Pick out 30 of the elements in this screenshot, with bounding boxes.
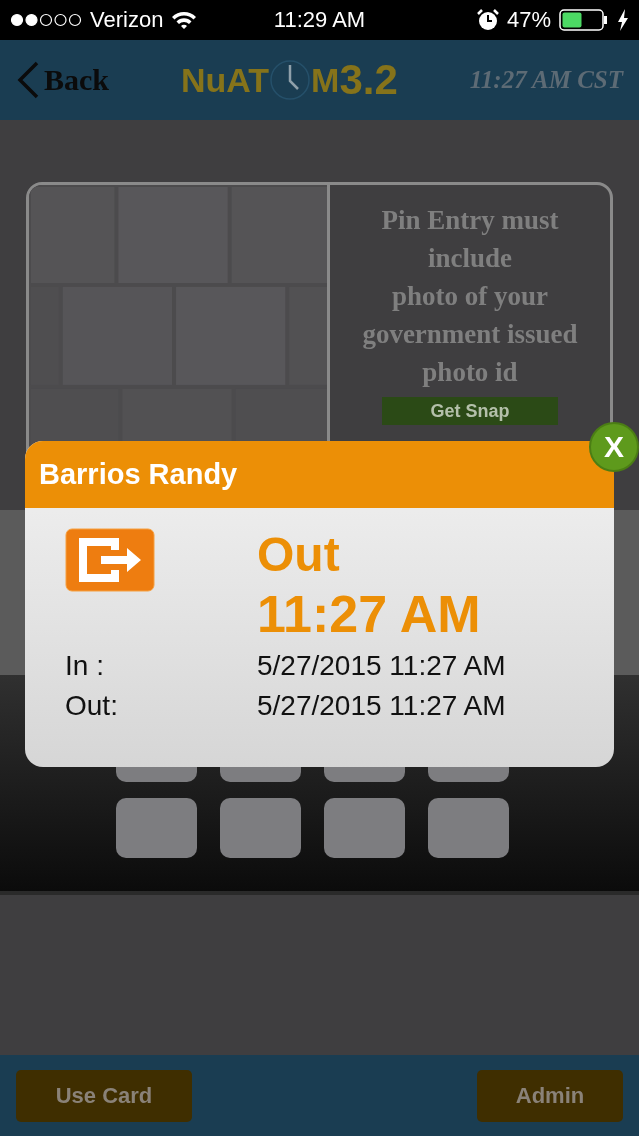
get-snap-button[interactable]: Get Snap [382,397,558,425]
row-value: 5/27/2015 11:27 AM [257,689,507,723]
instruction-text: Pin Entry must include photo of your government issued photo id [361,204,579,389]
signal-icon [10,13,82,27]
alarm-clock-icon [476,9,499,31]
battery-icon [559,9,609,31]
admin-button[interactable]: Admin [477,1069,623,1122]
close-button[interactable]: X [589,422,639,472]
battery-percent: 47% [506,7,551,33]
keypad-key[interactable] [324,798,405,858]
punch-time: 11:27 AM [257,584,482,645]
current-time: 11:27 AM CST [469,66,623,94]
keypad-key[interactable] [116,798,197,858]
logo-text: M [311,60,340,100]
row-label: In : [65,649,105,683]
logo-text: NuAT [180,60,270,100]
row-label: Out: [65,689,119,723]
row-value: 5/27/2015 11:27 AM [257,649,507,683]
chevron-left-icon [16,61,40,99]
wifi-icon [171,10,198,30]
punch-action: Out [257,528,341,582]
employee-name: Barrios Randy [39,458,238,491]
charging-bolt-icon [617,9,629,31]
use-card-button[interactable]: Use Card [16,1069,192,1122]
logo-version: 3.2 [339,56,398,104]
carrier-name: Verizon [90,7,164,33]
status-time: 11:29 AM [273,7,366,32]
keypad-key[interactable] [220,798,301,858]
keypad-key[interactable] [428,798,509,858]
clock-icon [269,59,312,101]
